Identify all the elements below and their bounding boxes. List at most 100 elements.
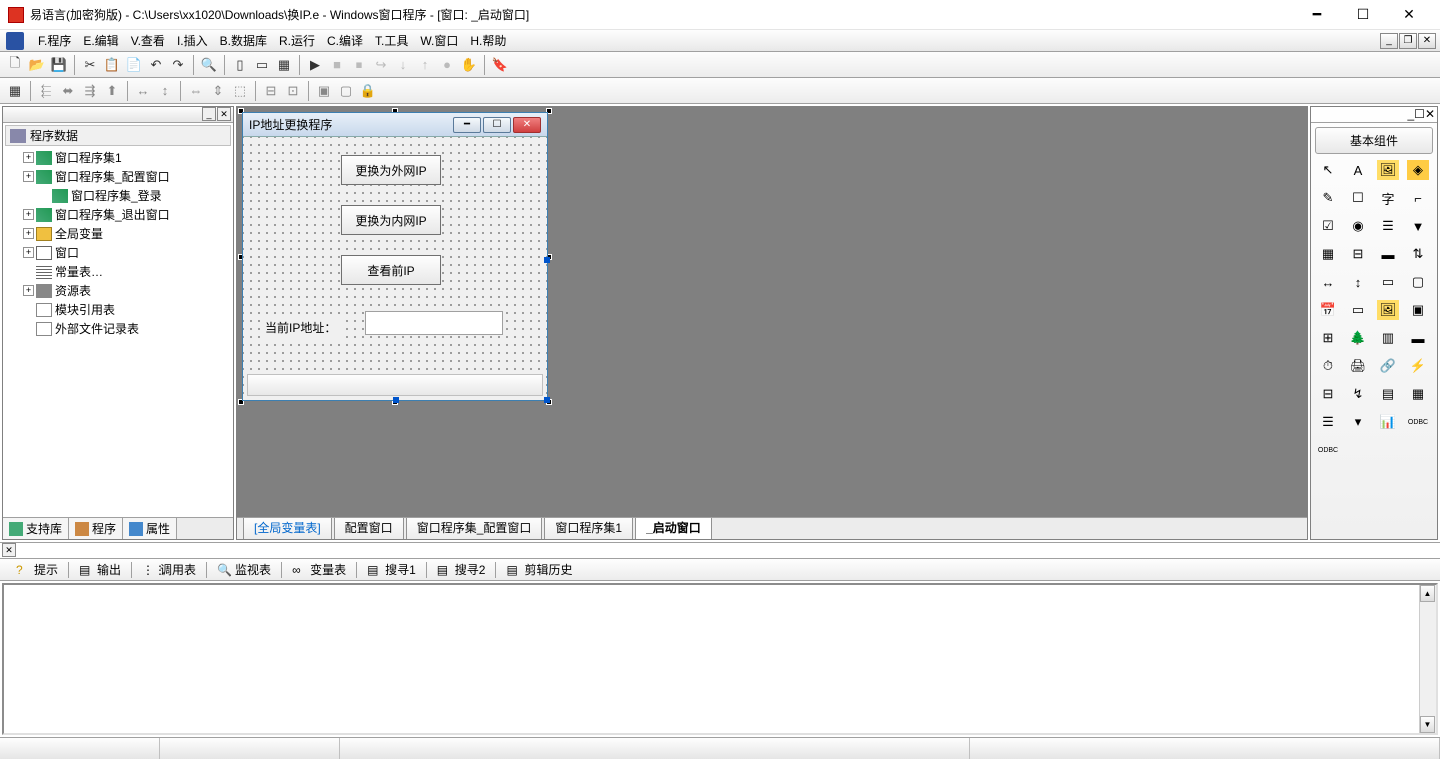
printer-component-icon[interactable]: 🖨 [1347,356,1369,376]
copy-icon[interactable]: 📋 [101,54,123,76]
designed-form-window[interactable]: IP地址更换程序 ━ ☐ ✕ 更换为外网IP 更换为内网IP 查看前IP 当前I [242,112,548,401]
corner-component-icon[interactable]: ⌐ [1407,188,1429,208]
send-back-icon[interactable]: ▢ [335,80,357,102]
tab-vars[interactable]: ∞变量表 [284,558,354,581]
odbc2-component-icon[interactable]: ODBC [1317,440,1339,460]
edit-component-icon[interactable]: ✎ [1317,188,1339,208]
run-icon[interactable]: ▶ [304,54,326,76]
same-height-icon[interactable]: ⇕ [207,80,229,102]
align-left-icon[interactable]: ⬱ [35,80,57,102]
tab-config-window-set[interactable]: 窗口程序集_配置窗口 [406,517,543,539]
odbc-component-icon[interactable]: ODBC [1407,412,1429,432]
distribute-v-icon[interactable]: ↕ [154,80,176,102]
step-over-icon[interactable]: ↪ [370,54,392,76]
scroll-up-icon[interactable]: ▲ [1420,585,1435,602]
menu-database[interactable]: B.数据库 [214,30,273,51]
menu-component-icon[interactable]: ☰ [1317,412,1339,432]
datasource-component-icon[interactable]: ↯ [1347,384,1369,404]
tab-search2[interactable]: ▤搜寻2 [429,558,494,581]
tab-properties[interactable]: 属性 [123,518,177,539]
stop-icon[interactable]: ⏹ [348,54,370,76]
scroll-down-icon[interactable]: ▼ [1420,716,1435,733]
same-width-icon[interactable]: ⇔ [185,80,207,102]
menu-insert[interactable]: I.插入 [171,30,214,51]
center-v-icon[interactable]: ⊡ [282,80,304,102]
bookmark-icon[interactable]: 🔖 [489,54,511,76]
menu-tools[interactable]: T.工具 [369,30,414,51]
table-component-icon[interactable]: ⊞ [1317,328,1339,348]
menu-compile[interactable]: C.编译 [321,30,369,51]
form-label-ip[interactable]: 当前IP地址： [261,317,340,338]
inner-handle-e[interactable] [544,257,550,263]
mdi-minimize-button[interactable]: _ [1380,33,1398,49]
tree-component-icon[interactable]: 🌲 [1347,328,1369,348]
breakpoint-icon[interactable]: ● [436,54,458,76]
palette-minimize-button[interactable]: _ [1407,107,1414,122]
tab-watch[interactable]: 🔍监视表 [209,558,279,581]
menu-window[interactable]: W.窗口 [414,30,464,51]
tree-node[interactable]: +窗口 [5,243,231,262]
center-h-icon[interactable]: ⊟ [260,80,282,102]
tree-node[interactable]: 常量表… [5,262,231,281]
pointer-tool-icon[interactable]: ↖ [1317,160,1339,180]
panel-component-icon[interactable]: ▣ [1407,300,1429,320]
calendar-component-icon[interactable]: 📅 [1317,300,1339,320]
align-center-icon[interactable]: ⬌ [57,80,79,102]
menu-view[interactable]: V.查看 [125,30,171,51]
menu-program[interactable]: F.程序 [32,30,77,51]
menu-edit[interactable]: E.编辑 [77,30,124,51]
label-component-icon[interactable]: A [1347,160,1369,180]
slider-component-icon[interactable]: ⊟ [1347,244,1369,264]
listbox-component-icon[interactable]: ☰ [1377,216,1399,236]
expand-icon[interactable]: + [23,247,34,258]
project-tree[interactable]: 程序数据 +窗口程序集1+窗口程序集_配置窗口窗口程序集_登录+窗口程序集_退出… [3,123,233,517]
redo-icon[interactable]: ↷ [167,54,189,76]
mdi-restore-button[interactable]: ❐ [1399,33,1417,49]
form-client-area[interactable]: 更换为外网IP 更换为内网IP 查看前IP 当前IP地址： [243,137,547,400]
tab-global-vars[interactable]: [全局变量表] [243,517,332,539]
tree-node[interactable]: +窗口程序集1 [5,148,231,167]
tree-node[interactable]: +窗口程序集_配置窗口 [5,167,231,186]
palette-restore-button[interactable]: ☐ [1414,107,1425,122]
form-textbox-ip[interactable] [365,311,503,335]
find-icon[interactable]: 🔍 [198,54,220,76]
timer-component-icon[interactable]: ⏱ [1317,356,1339,376]
expand-icon[interactable]: + [23,171,34,182]
tab-component-icon[interactable]: ▭ [1377,272,1399,292]
report-component-icon[interactable]: ▤ [1377,384,1399,404]
tree-node[interactable]: 外部文件记录表 [5,319,231,338]
form-button-1[interactable]: 更换为外网IP [341,155,441,185]
open-icon[interactable]: 📂 [26,54,48,76]
maximize-button[interactable]: ☐ [1340,0,1386,30]
form-statusbar[interactable] [247,374,543,396]
menu-run[interactable]: R.运行 [273,30,321,51]
save-icon[interactable]: 💾 [48,54,70,76]
pause-icon[interactable]: ■ [326,54,348,76]
same-size-icon[interactable]: ⬚ [229,80,251,102]
tree-node[interactable]: 模块引用表 [5,300,231,319]
expand-icon[interactable]: + [23,152,34,163]
tab-start-window[interactable]: _启动窗口 [635,517,712,539]
expand-icon[interactable]: + [23,228,34,239]
form-designer-canvas[interactable]: IP地址更换程序 ━ ☐ ✕ 更换为外网IP 更换为内网IP 查看前IP 当前I [237,107,1307,517]
expand-icon[interactable]: + [23,209,34,220]
tab-support-lib[interactable]: 支持库 [3,518,69,539]
lock-icon[interactable]: 🔒 [357,80,379,102]
tab-program[interactable]: 程序 [69,518,123,539]
scrollbar-component-icon[interactable]: ⇅ [1407,244,1429,264]
tree-node[interactable]: 窗口程序集_登录 [5,186,231,205]
checkbox-component-icon[interactable]: ☑ [1317,216,1339,236]
cut-icon[interactable]: ✂ [79,54,101,76]
layout1-icon[interactable]: ▯ [229,54,251,76]
minimize-button[interactable]: ━ [1294,0,1340,30]
menu-help[interactable]: H.帮助 [464,30,512,51]
socket-component-icon[interactable]: ⚡ [1407,356,1429,376]
layout3-icon[interactable]: ▦ [273,54,295,76]
tab-call-table[interactable]: ⋮⋮调用表 [134,558,204,581]
picture-component-icon[interactable]: 🖼 [1377,160,1399,180]
output-close-button[interactable]: ✕ [2,543,16,557]
step-into-icon[interactable]: ↓ [392,54,414,76]
bring-front-icon[interactable]: ▣ [313,80,335,102]
query-component-icon[interactable]: ▦ [1407,384,1429,404]
font-component-icon[interactable]: 字 [1377,188,1399,208]
